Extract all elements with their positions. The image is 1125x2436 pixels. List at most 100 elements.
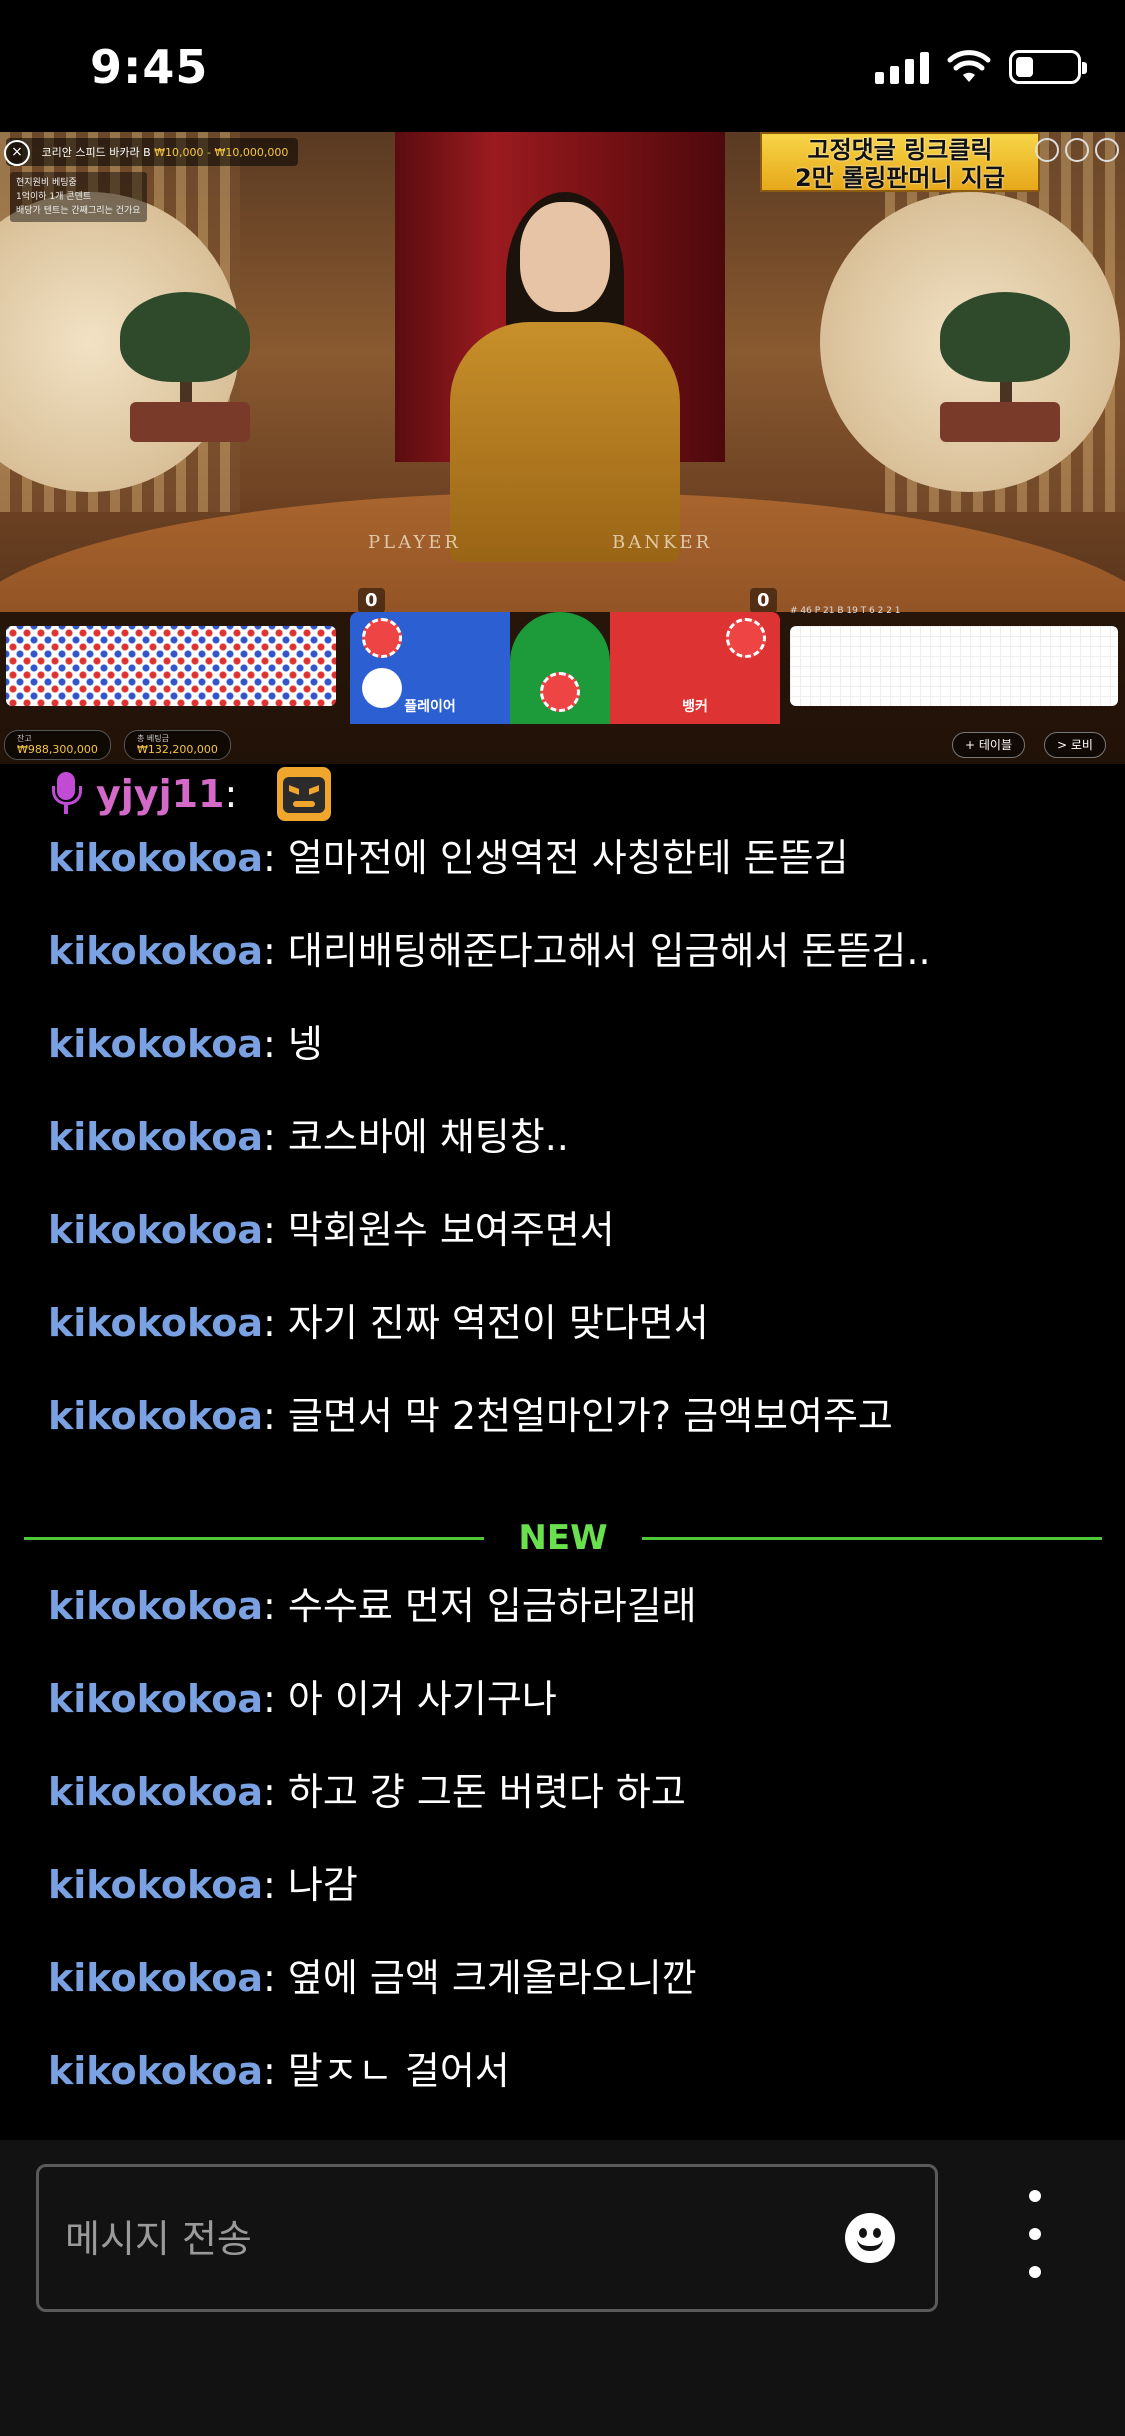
battery-fill (1016, 57, 1033, 77)
chat-message: yjyj11 : (52, 764, 332, 824)
chat-text: : 말ㅈㄴ 걸어서 (263, 2049, 510, 2093)
road-stats: # 46 P 21 B 19 T 6 2 2 1 (790, 606, 901, 616)
betting-strip: 플레이어 뱅커 # 46 P 21 B 19 T 6 2 2 1 잔고 ₩988… (0, 606, 1125, 764)
chip-icon (540, 672, 580, 712)
table-info: 코리안 스피드 바카라 B ₩10,000 - ₩10,000,000 (6, 138, 299, 166)
big-road (790, 626, 1118, 706)
sub-info-line: 1억이하 1개 콘덴트 (16, 192, 92, 202)
player-score: 0 (358, 588, 385, 613)
chat-message: kikokokoa: 아 이거 사기구나 (48, 1675, 557, 1723)
status-icons (875, 50, 1087, 84)
status-bar: 9:45 (0, 0, 1125, 132)
bet-tie-button[interactable] (510, 612, 610, 724)
fullscreen-icon[interactable] (1095, 138, 1119, 162)
chat-text: : 코스바에 채팅창.. (263, 1115, 569, 1159)
chat-username[interactable]: kikokokoa (48, 2049, 263, 2093)
chat-username[interactable]: kikokokoa (48, 1584, 263, 1628)
chat-message: kikokokoa: 자기 진짜 역전이 맞다면서 (48, 1299, 709, 1347)
chat-username[interactable]: kikokokoa (48, 1863, 263, 1907)
pot-right (940, 402, 1060, 442)
video-controls (1035, 138, 1119, 162)
chat-message: kikokokoa: 글면서 막 2천얼마인가? 금액보여주고 (48, 1392, 893, 1440)
bet-banker-button[interactable]: 뱅커 (610, 612, 780, 724)
battery-icon (1009, 50, 1087, 84)
mic-icon (52, 772, 82, 816)
dealer (450, 192, 680, 562)
chat-text: : 아 이거 사기구나 (263, 1677, 557, 1721)
smiley-icon[interactable] (845, 2213, 895, 2263)
chat-message: kikokokoa: 넹 (48, 1020, 323, 1068)
chat-message: kikokokoa: 옆에 금액 크게올라오니깐 (48, 1954, 697, 2002)
chat-message: kikokokoa: 막회원수 보여주면서 (48, 1206, 615, 1254)
angry-emote-icon (277, 767, 332, 821)
promo-line: 2만 롤링판머니 지급 (794, 164, 1006, 192)
more-vertical-icon[interactable] (1020, 2180, 1050, 2290)
total-bet-label: 총 베팅금 (137, 734, 169, 743)
chat-username[interactable]: yjyj11 (96, 772, 224, 816)
chat-text: : 글면서 막 2천얼마인가? 금액보여주고 (263, 1394, 893, 1438)
chat-username[interactable]: kikokokoa (48, 1770, 263, 1814)
chat-username[interactable]: kikokokoa (48, 929, 263, 973)
message-input[interactable] (63, 2167, 847, 2311)
balance-label: 잔고 (17, 734, 32, 743)
info-icon[interactable] (1035, 138, 1059, 162)
chat-text: : 얼마전에 인생역전 사칭한테 돈뜯김 (263, 836, 849, 880)
chat-colon: : (224, 772, 238, 816)
message-input-box[interactable] (36, 2164, 938, 2312)
chat-text: : 수수료 먼저 입금하라길래 (263, 1584, 697, 1628)
banker-score: 0 (750, 588, 777, 613)
table-sub-info: 현지원비 베팅중 1억이하 1개 콘덴트 배당가 텐트는 간째그리는 건가요 (10, 172, 147, 222)
bonsai-right (940, 292, 1070, 382)
promo-banner[interactable]: 고정댓글 링크클릭 2만 롤링판머니 지급 (760, 132, 1040, 192)
chat-username[interactable]: kikokokoa (48, 836, 263, 880)
table-title: 코리안 스피드 바카라 B (41, 146, 151, 159)
status-time: 9:45 (90, 40, 209, 94)
total-bet-value: ₩132,200,000 (137, 743, 218, 756)
live-video[interactable]: PLAYER BANKER 0 0 코리안 스피드 바카라 B ₩10,000 … (0, 132, 1125, 764)
bet-player-label: 플레이어 (404, 699, 456, 715)
chat-text: : 자기 진짜 역전이 맞다면서 (263, 1301, 709, 1345)
table-price-range: ₩10,000 - ₩10,000,000 (154, 146, 289, 159)
pot-left (130, 402, 250, 442)
bonsai-left (120, 292, 250, 382)
chat-username[interactable]: kikokokoa (48, 1115, 263, 1159)
chat-username[interactable]: kikokokoa (48, 1956, 263, 2000)
promo-line: 고정댓글 링크클릭 (807, 136, 993, 164)
chat-text: : 나감 (263, 1863, 358, 1907)
chat-input-bar (0, 2140, 1125, 2436)
chip-icon (726, 618, 766, 658)
chat-message: kikokokoa: 얼마전에 인생역전 사칭한테 돈뜯김 (48, 834, 849, 882)
chat-message: kikokokoa: 수수료 먼저 입금하라길래 (48, 1582, 697, 1630)
player-area-label: PLAYER (368, 532, 461, 553)
settings-icon[interactable] (1065, 138, 1089, 162)
table-button[interactable]: + 테이블 (952, 732, 1025, 758)
bet-banker-label: 뱅커 (682, 699, 708, 715)
chat-message: kikokokoa: 대리배팅해준다고해서 입금해서 돈뜯김.. (48, 927, 931, 975)
cellular-signal-icon (875, 50, 929, 84)
close-icon[interactable]: × (4, 140, 30, 166)
chat-username[interactable]: kikokokoa (48, 1022, 263, 1066)
chat-username[interactable]: kikokokoa (48, 1208, 263, 1252)
bead-road (6, 626, 336, 706)
chat-username[interactable]: kikokokoa (48, 1394, 263, 1438)
chat-text: : 옆에 금액 크게올라오니깐 (263, 1956, 697, 2000)
chat-list[interactable]: yjyj11 : kikokokoa: 얼마전에 인생역전 사칭한테 돈뜯김 k… (0, 764, 1125, 2140)
total-bet-pill: 총 베팅금 ₩132,200,000 (124, 730, 231, 760)
chat-message: kikokokoa: 나감 (48, 1861, 358, 1909)
chat-username[interactable]: kikokokoa (48, 1301, 263, 1345)
chat-message: kikokokoa: 말ㅈㄴ 걸어서 (48, 2047, 510, 2095)
chat-text: : 하고 걍 그돈 버렷다 하고 (263, 1770, 686, 1814)
new-messages-divider: NEW (24, 1516, 1102, 1560)
chat-username[interactable]: kikokokoa (48, 1677, 263, 1721)
chat-text: : 막회원수 보여주면서 (263, 1208, 615, 1252)
sub-info-line: 현지원비 베팅중 (16, 178, 77, 188)
chat-message: kikokokoa: 코스바에 채팅창.. (48, 1113, 569, 1161)
banker-area-label: BANKER (612, 532, 713, 553)
sub-info-line: 배당가 텐트는 간째그리는 건가요 (16, 206, 141, 216)
chip-icon (362, 618, 402, 658)
bet-player-button[interactable]: 플레이어 (350, 612, 510, 724)
chat-text: : 넹 (263, 1022, 323, 1066)
chat-text: : 대리배팅해준다고해서 입금해서 돈뜯김.. (263, 929, 931, 973)
lobby-button[interactable]: > 로비 (1044, 732, 1106, 758)
balance-pill: 잔고 ₩988,300,000 (4, 730, 111, 760)
